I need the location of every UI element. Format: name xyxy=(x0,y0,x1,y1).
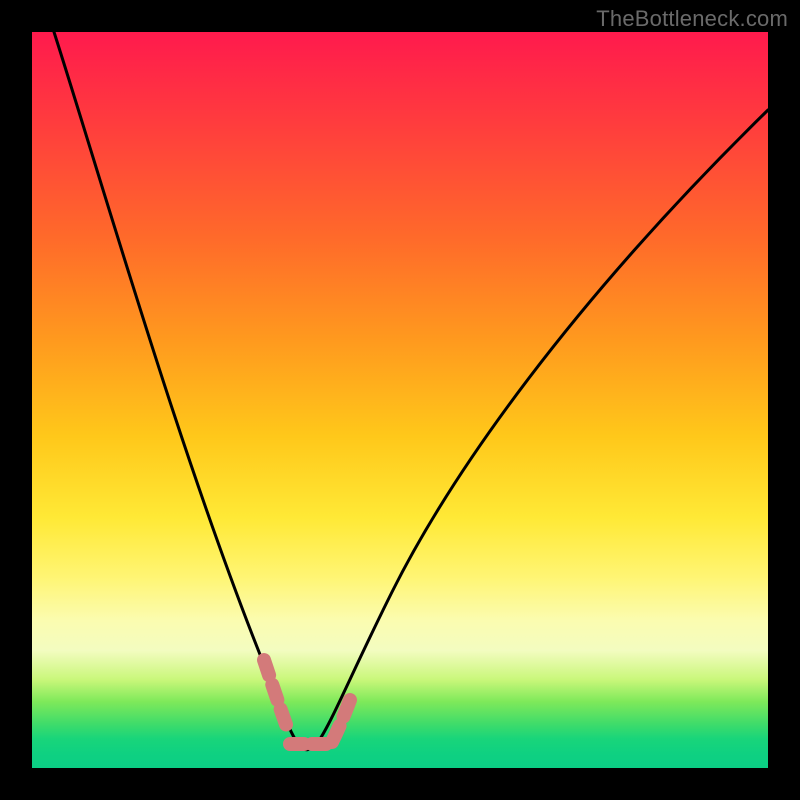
plot-area xyxy=(32,32,768,768)
highlight-right xyxy=(332,700,350,742)
highlight-left xyxy=(264,660,288,730)
highlight-near-minimum xyxy=(32,32,768,768)
chart-frame: TheBottleneck.com xyxy=(0,0,800,800)
watermark-text: TheBottleneck.com xyxy=(596,6,788,32)
